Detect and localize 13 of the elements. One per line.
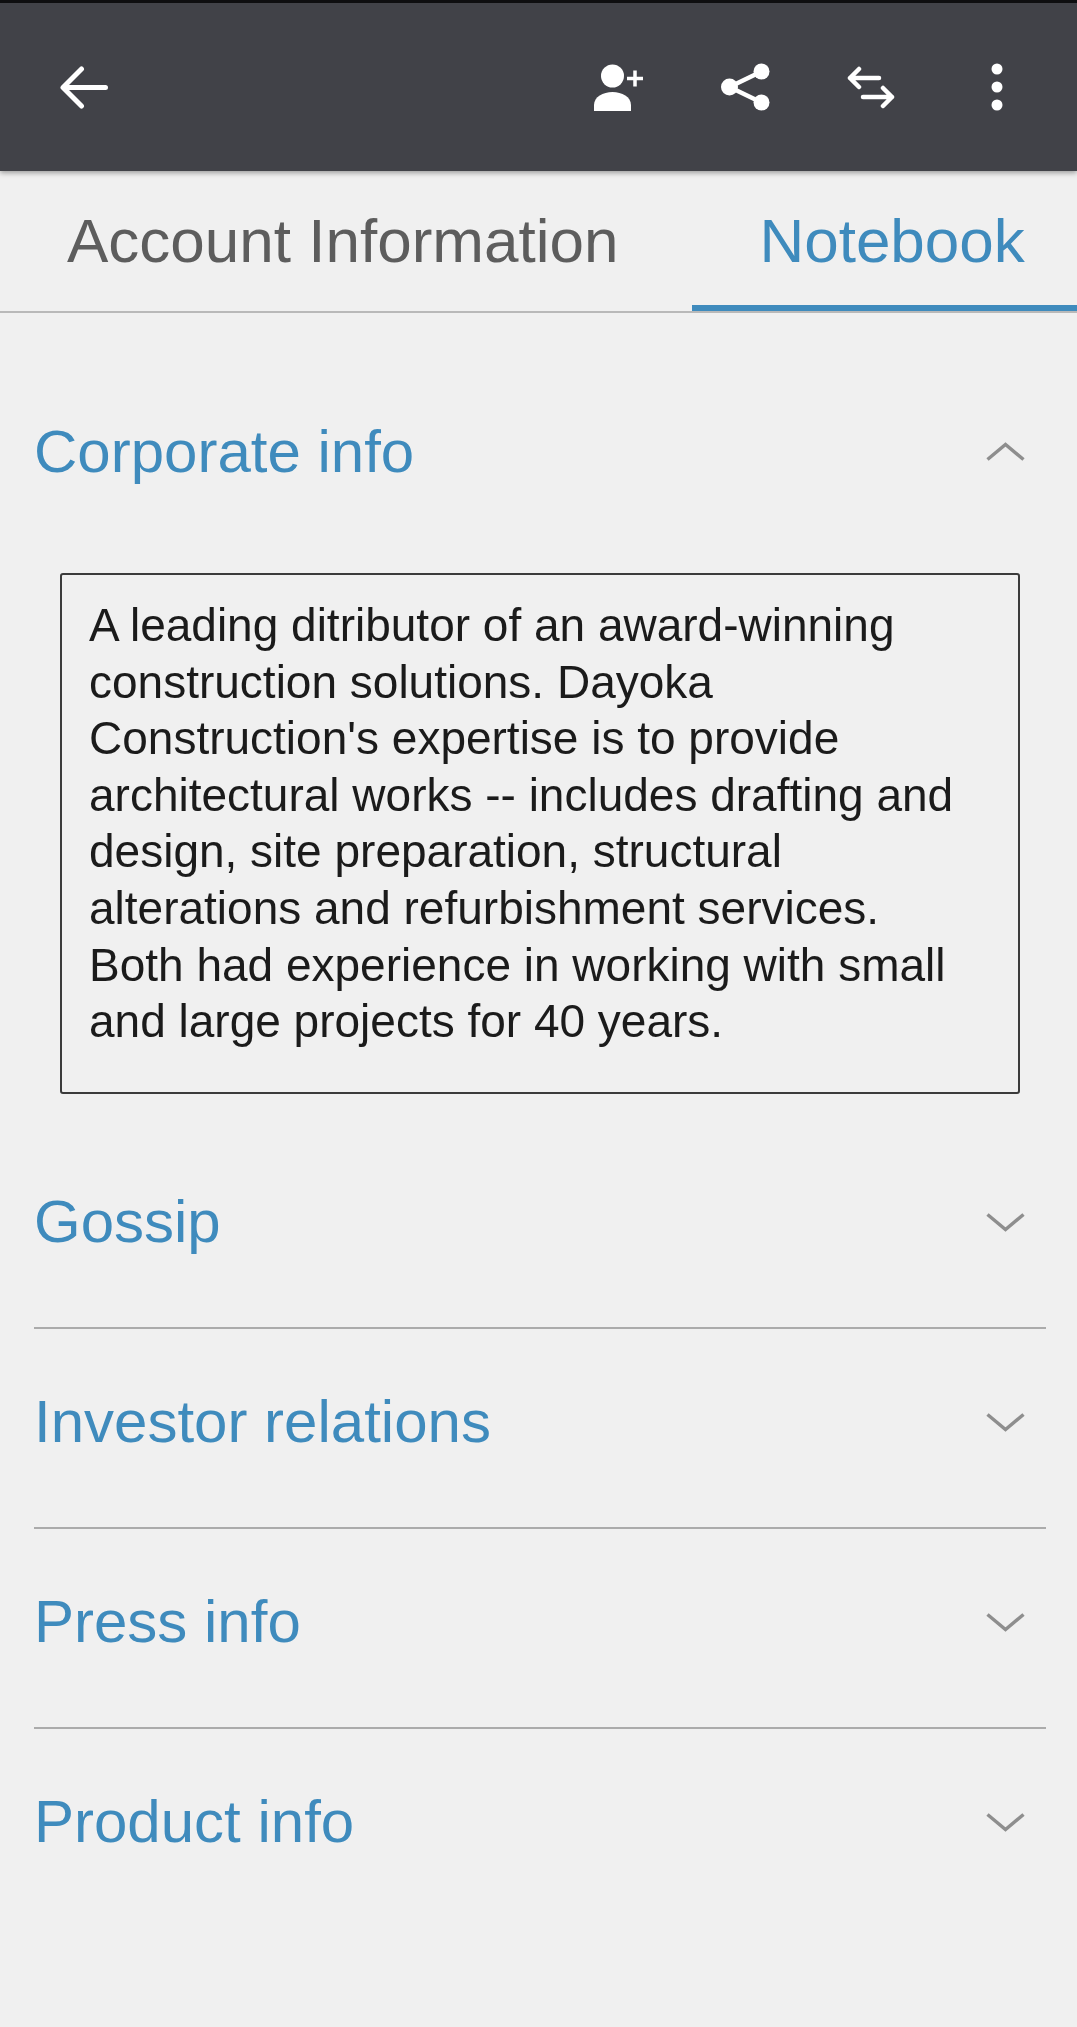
tab[interactable]: Account Information: [0, 171, 693, 311]
accordion-header[interactable]: Product info: [34, 1728, 1046, 1927]
swap-arrows-icon: [846, 65, 896, 109]
accordion-header[interactable]: Investor relations: [34, 1328, 1046, 1527]
accordion-header[interactable]: Press info: [34, 1528, 1046, 1727]
tab[interactable]: Notebook: [692, 171, 1077, 311]
back-arrow-icon: [60, 65, 108, 109]
more-vertical-icon: [991, 63, 1003, 111]
share-icon: [720, 63, 770, 111]
accordion-header[interactable]: Corporate info: [34, 359, 1046, 557]
person-plus-icon: [594, 63, 644, 111]
accordion-header[interactable]: Gossip: [34, 1128, 1046, 1327]
notes-text-area[interactable]: A leading ditributor of an award-winning construction solutions. Dayoka Construction's expertise is to provide architectural works -- includes drafting and design, site preparation, structural alterations and refurbishment services. Both had experience in working with small and large projects for 40 years.: [60, 573, 1020, 1094]
